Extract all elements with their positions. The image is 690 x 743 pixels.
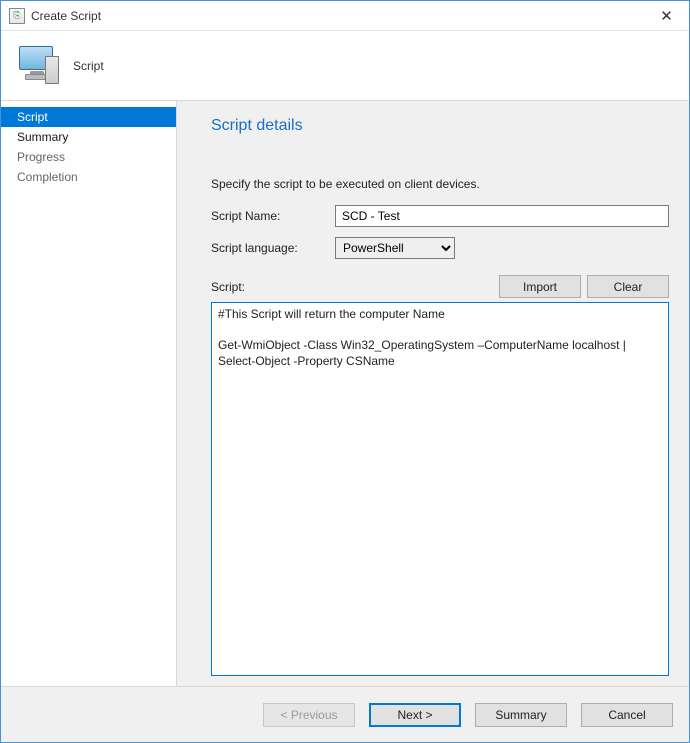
- sidebar-item-progress[interactable]: Progress: [1, 147, 176, 167]
- window-title: Create Script: [31, 9, 101, 23]
- wizard-main: Script details Specify the script to be …: [177, 101, 689, 686]
- clear-button[interactable]: Clear: [587, 275, 669, 298]
- import-button[interactable]: Import: [499, 275, 581, 298]
- close-icon: ✕: [660, 7, 673, 25]
- sidebar-item-label: Script: [17, 110, 48, 124]
- script-textarea[interactable]: [211, 302, 669, 676]
- computer-icon: [19, 46, 59, 86]
- sidebar-item-completion[interactable]: Completion: [1, 167, 176, 187]
- wizard-footer: < Previous Next > Summary Cancel: [1, 686, 689, 742]
- page-instruction: Specify the script to be executed on cli…: [211, 177, 669, 191]
- sidebar-item-summary[interactable]: Summary: [1, 127, 176, 147]
- wizard-header-label: Script: [73, 59, 104, 73]
- next-button[interactable]: Next >: [369, 703, 461, 727]
- script-label: Script:: [211, 280, 335, 294]
- sidebar-item-label: Progress: [17, 150, 65, 164]
- window-icon: ⎘: [9, 8, 25, 24]
- sidebar-item-label: Summary: [17, 130, 68, 144]
- script-name-input[interactable]: [335, 205, 669, 227]
- script-language-select[interactable]: PowerShell: [335, 237, 455, 259]
- previous-button: < Previous: [263, 703, 355, 727]
- close-button[interactable]: ✕: [644, 1, 689, 30]
- sidebar-item-script[interactable]: Script: [1, 107, 176, 127]
- sidebar-item-label: Completion: [17, 170, 78, 184]
- titlebar: ⎘ Create Script ✕: [1, 1, 689, 31]
- wizard-body: Script Summary Progress Completion Scrip…: [1, 101, 689, 686]
- script-name-label: Script Name:: [211, 209, 335, 223]
- script-language-label: Script language:: [211, 241, 335, 255]
- cancel-button[interactable]: Cancel: [581, 703, 673, 727]
- wizard-sidebar: Script Summary Progress Completion: [1, 101, 177, 686]
- wizard-header: Script: [1, 31, 689, 101]
- summary-button[interactable]: Summary: [475, 703, 567, 727]
- page-heading: Script details: [211, 117, 669, 135]
